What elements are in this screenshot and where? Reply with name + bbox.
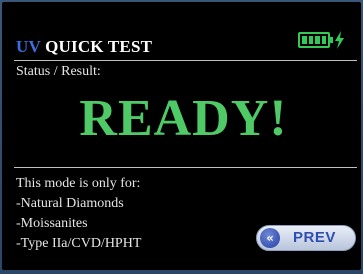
battery-tip (330, 37, 333, 43)
mode-info-line: -Moissanites (16, 216, 88, 231)
title-uv: UV (16, 37, 41, 56)
divider-bottom (14, 167, 357, 168)
mode-info-line: -Natural Diamonds (16, 196, 124, 211)
battery-cell (308, 36, 313, 44)
battery-cell (321, 36, 326, 44)
battery-cell (302, 36, 307, 44)
page-title: UV QUICK TEST (16, 37, 152, 57)
title-rest: QUICK TEST (40, 37, 153, 56)
status-value: READY! (79, 90, 288, 147)
prev-button[interactable]: « PREV (256, 225, 356, 251)
divider-top (14, 60, 357, 61)
charging-bolt-icon (335, 31, 344, 49)
prev-button-label: PREV (293, 229, 336, 246)
double-chevron-left-icon: « (260, 228, 280, 248)
status-label: Status / Result: (16, 64, 101, 79)
battery-body (298, 32, 330, 48)
screen: UV QUICK TEST Status / Result: READY! Th… (2, 2, 361, 270)
battery-icon (298, 29, 346, 49)
battery-cell (315, 36, 320, 44)
device-frame: UV QUICK TEST Status / Result: READY! Th… (0, 0, 363, 274)
mode-info-line: -Type IIa/CVD/HPHT (16, 236, 142, 251)
mode-info-line: This mode is only for: (16, 176, 141, 191)
mode-info: This mode is only for: -Natural Diamonds… (16, 174, 141, 254)
